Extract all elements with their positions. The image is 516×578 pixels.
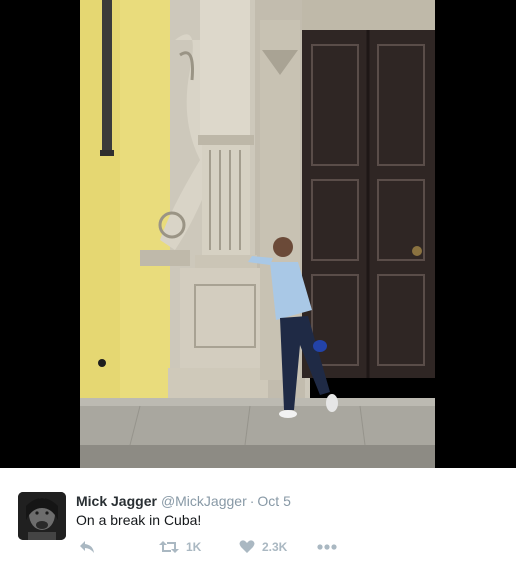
reply-button[interactable] (79, 538, 95, 556)
retweet-count: 1K (186, 540, 202, 554)
reply-icon (79, 540, 95, 554)
heart-icon (239, 540, 255, 554)
more-button[interactable] (317, 538, 337, 556)
handle[interactable]: @MickJagger (161, 493, 247, 509)
tweet-photo[interactable] (80, 0, 435, 468)
avatar-image (18, 492, 66, 540)
retweet-button[interactable]: 1K (159, 538, 201, 556)
like-count: 2.3K (262, 540, 288, 554)
timestamp[interactable]: Oct 5 (257, 493, 290, 509)
display-name[interactable]: Mick Jagger (76, 493, 157, 509)
separator: · (249, 493, 255, 509)
like-button[interactable]: 2.3K (239, 538, 287, 556)
tweet-text: On a break in Cuba! (76, 512, 202, 528)
tweet-header: Mick Jagger @MickJagger · Oct 5 (76, 492, 291, 510)
more-icon (317, 544, 337, 550)
retweet-icon (159, 540, 179, 554)
media-frame (0, 0, 516, 468)
avatar[interactable] (18, 492, 66, 540)
photo-image (80, 0, 435, 468)
tweet: Mick Jagger @MickJagger · Oct 5 On a break … (0, 468, 516, 578)
action-bar: 1K 2.3K (76, 538, 376, 556)
